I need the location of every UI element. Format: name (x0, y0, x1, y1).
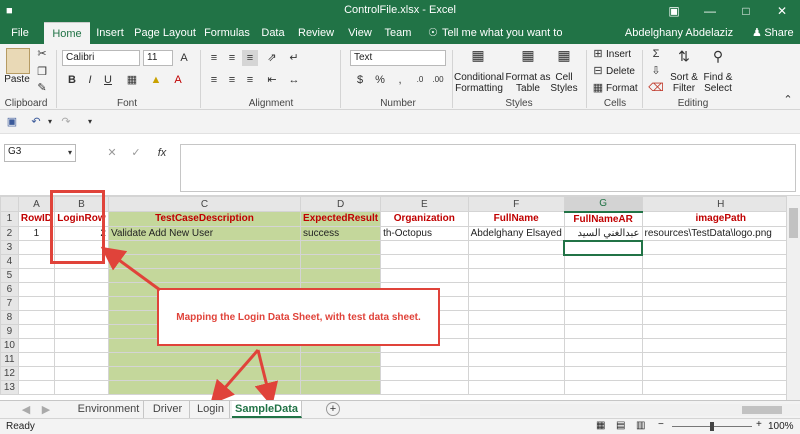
page-layout-view-icon[interactable]: ▤ (616, 420, 625, 431)
horizontal-scrollbar[interactable] (420, 404, 800, 416)
page-break-view-icon[interactable]: ▥ (636, 420, 645, 431)
excel-window: ■ ControlFile.xlsx - Excel ▣ — □ ✕ File … (0, 0, 800, 434)
prev-sheet-icon[interactable]: ◀ (18, 402, 34, 418)
status-ready: Ready (6, 421, 35, 432)
zoom-out-icon[interactable]: − (658, 419, 664, 430)
zoom-slider[interactable] (672, 422, 752, 431)
sheet-tab-sampledata[interactable]: SampleData (232, 401, 302, 418)
arrow-to-loginrow (100, 246, 161, 292)
normal-view-icon[interactable]: ▦ (596, 420, 605, 431)
new-sheet-icon[interactable]: + (326, 402, 340, 416)
status-bar: Ready ▦ ▤ ▥ − + 100% (0, 418, 800, 434)
zoom-slider-thumb[interactable] (710, 422, 714, 431)
sheet-tab-driver[interactable]: Driver (146, 401, 190, 418)
zoom-level[interactable]: 100% (768, 421, 794, 432)
next-sheet-icon[interactable]: ▶ (38, 402, 54, 418)
sheet-tabs-bar: ◀ ▶ Environment Driver Login SampleData … (0, 400, 800, 418)
sheet-tab-login[interactable]: Login (192, 401, 230, 418)
sheet-tab-environment[interactable]: Environment (74, 401, 144, 418)
arrow-to-sampledata-tab (254, 349, 279, 407)
arrow-to-login-tab (210, 349, 260, 405)
zoom-in-icon[interactable]: + (756, 419, 762, 430)
h-scroll-thumb[interactable] (742, 406, 782, 414)
annotation-arrows (100, 246, 279, 407)
